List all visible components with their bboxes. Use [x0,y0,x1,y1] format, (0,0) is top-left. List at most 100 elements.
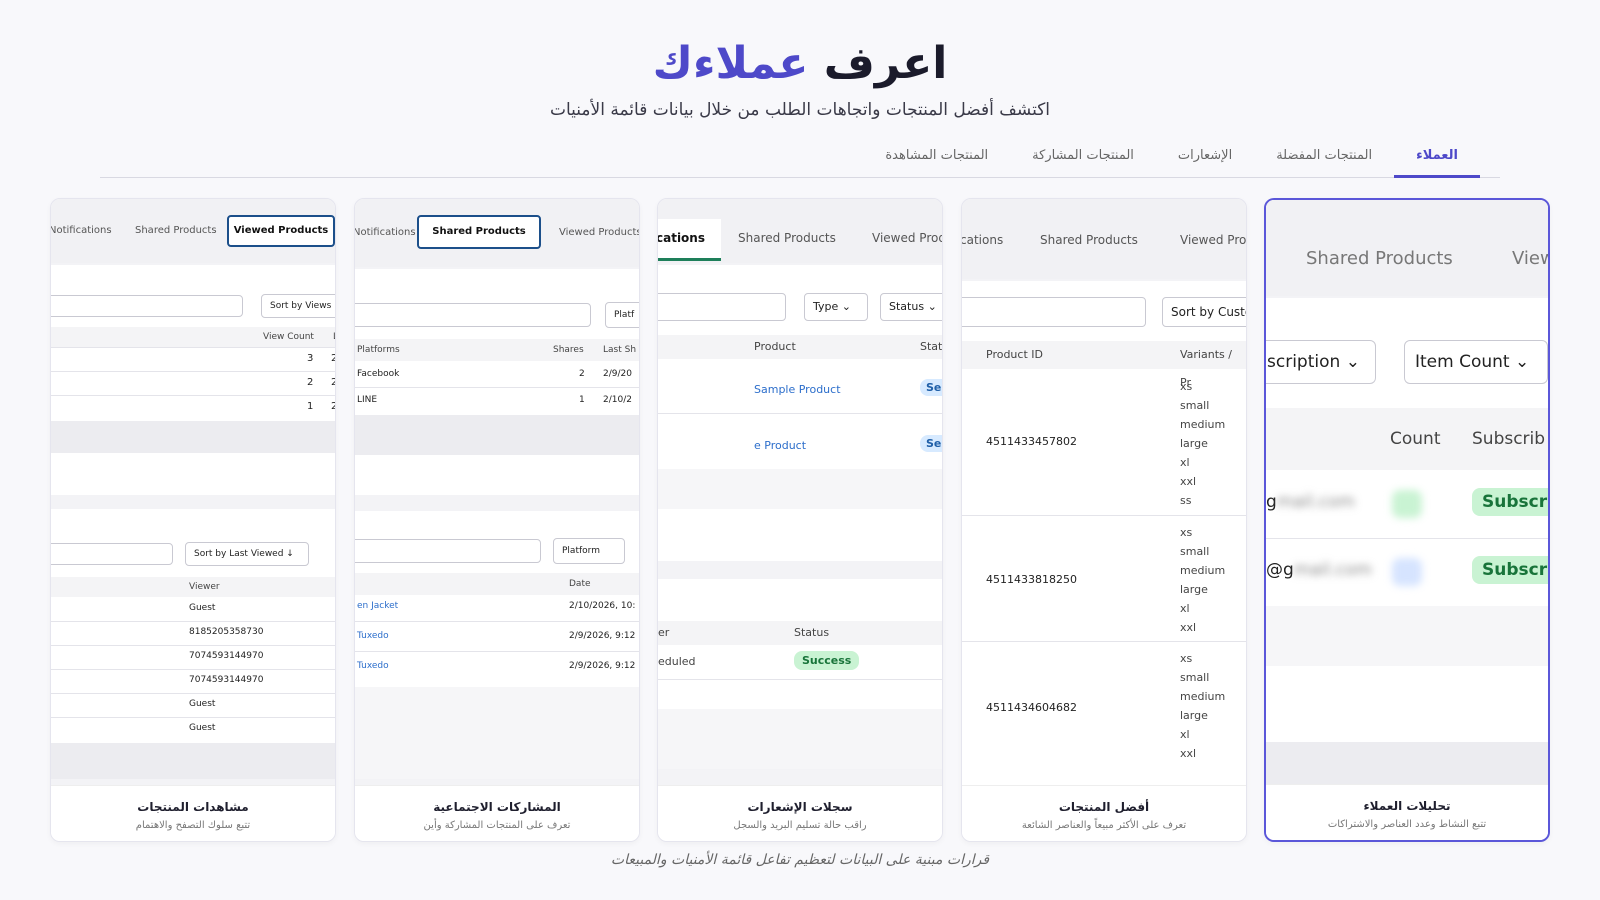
mini-tab-notifications[interactable]: cations [658,219,721,261]
date-cell: 2/9/2026, 9:12 [569,661,636,671]
tab-shared-products[interactable]: المنتجات المشاركة [1010,142,1156,178]
mini-tab-shared[interactable]: Shared Products [1040,233,1138,247]
tab-viewed-products[interactable]: المنتجات المشاهدة [863,142,1010,178]
viewer-cell: Guest [189,699,216,709]
card-top-products[interactable]: cations Shared Products Viewed Pro Sort … [961,198,1247,842]
search-input[interactable] [51,543,173,565]
mini-tab-viewed[interactable]: Viewed Prod [872,231,942,245]
blurred-email: mail.com [1293,560,1372,580]
subscription-badge: Subscri [1472,488,1548,516]
variant: xl [1180,728,1190,741]
product-link[interactable]: Tuxedo [357,631,389,641]
count-badge [1392,558,1422,586]
mini-tab-viewed[interactable]: Viewed Products [559,227,639,238]
viewer-cell: 7074593144970 [189,675,264,685]
card-caption: سجلات الإشعارات راقب حالة تسليم البريد و… [658,785,942,841]
mini-tab-shared[interactable]: Shared Products [135,225,217,236]
variant: xxl [1180,475,1197,488]
product-link[interactable]: Sample Product [754,383,841,396]
search-input[interactable] [658,293,786,321]
card-caption: تحليلات العملاء تتبع النشاط وعدد العناصر… [1266,784,1548,840]
header-platforms: Platforms [357,345,400,355]
card-product-views[interactable]: Notifications Shared Products Viewed Pro… [50,198,336,842]
sort-last-viewed-button[interactable]: Sort by Last Viewed ↓ [185,542,309,566]
variant: medium [1180,690,1226,703]
variant: small [1180,671,1210,684]
feature-tabs: العملاء المنتجات المفضلة الإشعارات المنت… [100,142,1500,178]
variant: xl [1180,602,1190,615]
product-link[interactable]: en Jacket [357,601,398,611]
mini-tab-shared[interactable]: Shared Products [1306,248,1453,269]
table-header: er Status [658,621,942,645]
screenshot-customers: Shared Products View scription ⌄ Item Co… [1266,200,1548,786]
variant: large [1180,709,1208,722]
search-input[interactable] [355,303,591,327]
type-filter-button[interactable]: Type ⌄ [804,293,868,321]
mini-tab-viewed[interactable]: View [1512,248,1548,269]
variant: medium [1180,418,1226,431]
viewer-cell: Guest [189,603,216,613]
table-header: View Count L [51,327,335,347]
chevron-down-icon: ⌄ [841,300,851,313]
card-subtitle: تعرف على المنتجات المشاركة وأين [423,820,571,831]
sort-button[interactable]: Sort by Custo [1162,297,1246,327]
tab-customers[interactable]: العملاء [1394,142,1480,178]
platform-filter-button[interactable]: Platform [553,538,625,564]
screenshot-viewed-products: Notifications Shared Products Viewed Pro… [51,199,335,787]
trail-cell: 2 [331,353,335,364]
subscription-filter-button[interactable]: scription ⌄ [1266,340,1376,384]
mini-tab-viewed[interactable]: Viewed Pro [1180,233,1246,247]
card-subtitle: تتبع النشاط وعدد العناصر والاشتراكات [1327,819,1487,830]
header-date: Date [569,579,591,589]
card-notification-logs[interactable]: cations Shared Products Viewed Prod Type… [657,198,943,842]
variant: xs [1180,380,1193,393]
title-accent: عملاءك [652,38,809,89]
tab-favorite-products[interactable]: المنتجات المفضلة [1254,142,1394,178]
variant: xxl [1180,747,1197,760]
search-input[interactable] [51,295,243,317]
product-link[interactable]: e Product [754,439,806,452]
card-customer-analytics[interactable]: Shared Products View scription ⌄ Item Co… [1264,198,1550,842]
variant: medium [1180,564,1226,577]
variant: small [1180,399,1210,412]
sort-views-button[interactable]: Sort by Views ↓ [261,294,335,318]
footer-tagline: قرارات مبنية على البيانات لتعظيم تفاعل ق… [610,852,990,868]
mini-tab-notifications[interactable]: Notifications [355,227,416,238]
search-input[interactable] [355,539,541,563]
platform-cell: Facebook [357,369,400,379]
mini-tab-shared[interactable]: Shared Products [417,215,541,249]
screenshot-top-products: cations Shared Products Viewed Pro Sort … [962,199,1246,787]
view-count: 1 [307,401,314,412]
platform-filter-button[interactable]: Platf [605,302,639,328]
item-count-filter-button[interactable]: Item Count ⌄ [1404,340,1548,384]
variant: xs [1180,652,1193,665]
mini-tabs: Notifications Shared Products Viewed Pro… [51,199,335,263]
card-social-shares[interactable]: Notifications Shared Products Viewed Pro… [354,198,640,842]
mini-tab-notifications[interactable]: Notifications [51,225,112,236]
card-subtitle: تعرف على الأكثر مبيعاً والعناصر الشائعة [1021,820,1187,831]
email-prefix: @g [1266,560,1294,580]
variant: large [1180,437,1208,450]
header-view-count: View Count [263,332,314,342]
mini-tab-viewed[interactable]: Viewed Products [227,215,335,247]
chevron-down-icon: ⌄ [927,300,937,313]
card-caption: المشاركات الاجتماعية تعرف على المنتجات ا… [355,785,639,841]
tab-notifications[interactable]: الإشعارات [1156,142,1254,178]
screenshot-shared-products: Notifications Shared Products Viewed Pro… [355,199,639,787]
mini-tab-shared[interactable]: Shared Products [738,231,836,245]
viewer-cell: 7074593144970 [189,651,264,661]
mini-tab-notifications[interactable]: cations [962,233,1003,247]
status-filter-label: Status [889,300,925,313]
variants-cell: xs small medium large xl xxl [1180,523,1225,637]
header-product-id: Product ID [986,348,1043,361]
header-er: er [658,626,670,639]
search-input[interactable] [962,297,1146,327]
page-title: اعرف عملاءك [0,36,1600,92]
product-link[interactable]: Tuxedo [357,661,389,671]
header-viewer: Viewer [189,582,220,592]
card-title: سجلات الإشعارات [747,800,853,814]
page-subtitle: اكتشف أفضل المنتجات واتجاهات الطلب من خل… [549,100,1051,120]
status-filter-button[interactable]: Status ⌄ [880,293,942,321]
viewer-cell: Guest [189,723,216,733]
variant: xl [1180,456,1190,469]
